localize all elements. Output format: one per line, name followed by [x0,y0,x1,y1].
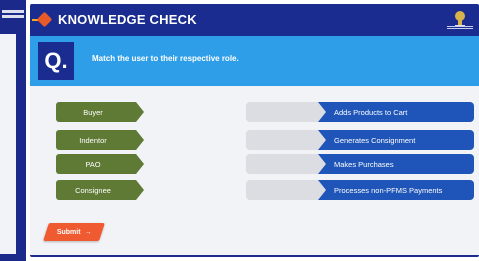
sliver-content [0,34,16,254]
page-title: KNOWLEDGE CHECK [58,12,197,27]
arrow-right-icon: → [84,228,92,236]
drop-slot-3[interactable] [246,154,328,174]
role-target-makes-purchases: Makes Purchases [318,154,474,174]
diamond-logo-icon [32,11,53,28]
role-label: Makes Purchases [334,159,394,169]
drag-item-buyer[interactable]: Buyer [56,102,144,122]
drop-slot-4[interactable] [246,180,328,200]
drop-slot-1[interactable] [246,102,328,122]
slot-notch [318,130,326,150]
arrow-tip [136,102,144,122]
drag-item-pao[interactable]: PAO [56,154,144,174]
slot-notch [318,154,326,174]
question-band: Q. Match the user to their respective ro… [30,36,479,86]
bottom-border [30,255,479,257]
slot-notch [318,102,326,122]
role-target-adds-products: Adds Products to Cart [318,102,474,122]
sliver-logo [2,10,24,20]
submit-button[interactable]: Submit → [43,223,105,241]
slot-notch [318,180,326,200]
top-bar: KNOWLEDGE CHECK [30,4,479,36]
previous-slide-sliver [0,0,26,261]
screen: KNOWLEDGE CHECK Q. Match the user to the… [0,0,479,261]
drag-item-label: Indentor [79,135,107,145]
drag-item-indentor[interactable]: Indentor [56,130,144,150]
question-text: Match the user to their respective role. [92,54,239,63]
submit-label: Submit [56,228,81,236]
role-target-generates-consignment: Generates Consignment [318,130,474,150]
knowledge-check-slide: KNOWLEDGE CHECK Q. Match the user to the… [30,4,479,257]
arrow-tip [136,180,144,200]
arrow-tip [136,130,144,150]
role-label: Generates Consignment [334,135,416,145]
role-target-processes-payments: Processes non-PFMS Payments [318,180,474,200]
drop-slot-2[interactable] [246,130,328,150]
role-label: Processes non-PFMS Payments [334,185,443,195]
arrow-tip [136,154,144,174]
question-marker: Q. [38,42,74,80]
drag-item-label: Buyer [83,107,103,117]
role-label: Adds Products to Cart [334,107,408,117]
emblem-caption [447,26,473,30]
drag-item-label: Consignee [75,185,111,195]
drag-item-label: PAO [85,159,101,169]
drag-item-consignee[interactable]: Consignee [56,180,144,200]
